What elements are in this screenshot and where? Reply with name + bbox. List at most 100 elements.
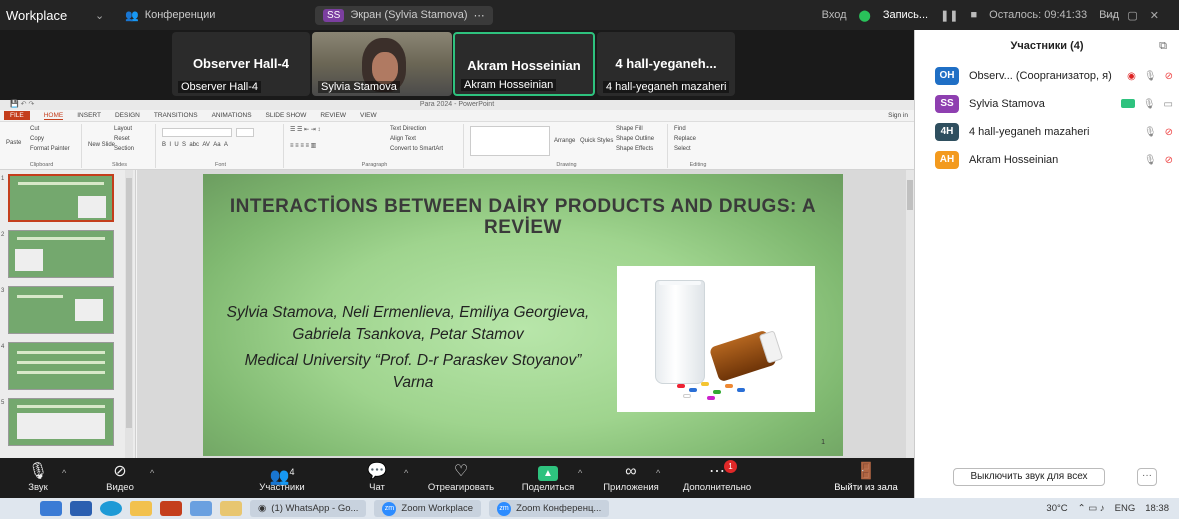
clock[interactable]: 18:38 — [1145, 503, 1169, 514]
pause-icon[interactable]: ❚❚ — [940, 9, 958, 22]
apps-options-caret[interactable]: ^ — [656, 468, 660, 478]
tab-design[interactable]: DESIGN — [115, 112, 140, 119]
layout-button[interactable]: Layout — [114, 126, 132, 132]
cut-button[interactable]: Cut — [30, 126, 39, 132]
windows-start-icon[interactable] — [40, 501, 62, 516]
file-explorer-icon[interactable] — [130, 501, 152, 516]
microphone-icon[interactable]: 🎙 — [1143, 99, 1156, 110]
slide-thumbnail[interactable] — [8, 230, 114, 278]
video-icon[interactable]: ▭ — [1164, 99, 1173, 110]
participant-row[interactable]: SS Sylvia Stamova 🎙 ▭ — [915, 90, 1179, 118]
milk-and-pills-image[interactable] — [617, 266, 815, 412]
word-app-icon[interactable] — [70, 501, 92, 516]
tab-insert[interactable]: INSERT — [77, 112, 101, 119]
font-format-icons[interactable]: B I U S abc AV Aa A — [162, 142, 228, 148]
font-name-dropdown[interactable] — [162, 128, 232, 137]
chat-options-caret[interactable]: ^ — [404, 468, 408, 478]
more-button[interactable]: ⋯ 1 Дополнительно — [674, 460, 760, 493]
audio-options-caret[interactable]: ^ — [62, 468, 66, 478]
video-tile[interactable]: 4 hall-yeganeh... 4 hall-yeganeh mazaher… — [597, 32, 735, 96]
scrollbar-thumb[interactable] — [907, 180, 913, 210]
meeting-menu[interactable]: 👥 Конференции — [125, 9, 315, 22]
tab-file[interactable]: FILE — [4, 111, 30, 120]
arrange-button[interactable]: Arrange — [554, 138, 575, 144]
paste-button[interactable]: Paste — [6, 140, 21, 146]
reset-button[interactable]: Reset — [114, 136, 130, 142]
tab-view[interactable]: VIEW — [360, 112, 377, 119]
stop-icon[interactable]: ■ — [971, 9, 978, 21]
section-button[interactable]: Section — [114, 146, 134, 152]
edge-browser-icon[interactable] — [100, 501, 122, 516]
microphone-icon[interactable]: 🎙 — [1144, 127, 1157, 138]
react-button[interactable]: ♡ Отреагировать — [420, 462, 502, 493]
font-size-dropdown[interactable] — [236, 128, 254, 137]
language-indicator[interactable]: ENG — [1115, 503, 1136, 514]
shapes-gallery[interactable] — [470, 126, 550, 156]
participant-row[interactable]: 4H 4 hall-yeganeh mazaheri 🎙 ⊘ — [915, 118, 1179, 146]
slide-affiliation[interactable]: Medical University “Prof. D-r Paraskev S… — [233, 350, 593, 394]
quick-styles-button[interactable]: Quick Styles — [580, 138, 613, 144]
monitor-app-icon[interactable] — [190, 501, 212, 516]
window-controls[interactable]: —▢✕ — [1104, 9, 1171, 22]
audio-button[interactable]: 🎙 Звук — [22, 462, 54, 493]
login-button[interactable]: Вход — [822, 9, 847, 21]
sign-in-link[interactable]: Sign in — [888, 112, 908, 119]
current-slide[interactable]: INTERACTİONS BETWEEN DAİRY PRODUCTS AND … — [203, 174, 843, 456]
tab-animations[interactable]: ANIMATIONS — [212, 112, 252, 119]
mute-all-button[interactable]: Выключить звук для всех — [953, 468, 1105, 486]
shape-fill-button[interactable]: Shape Fill — [616, 126, 643, 132]
record-status[interactable]: Запись... — [883, 9, 928, 21]
chevron-down-icon[interactable]: ⌄ — [95, 9, 125, 22]
video-tile-active[interactable]: Akram Hosseinian Akram Hosseinian — [453, 32, 595, 96]
replace-button[interactable]: Replace — [674, 136, 696, 142]
microphone-icon[interactable]: 🎙 — [1144, 71, 1157, 82]
slide-thumbnail[interactable] — [8, 398, 114, 446]
popout-icon[interactable]: ⧉ — [1159, 30, 1167, 62]
slide-thumbnail-selected[interactable] — [8, 174, 114, 222]
participant-row[interactable]: OH Observ... (Соорганизатор, я) ◉ 🎙 ⊘ — [915, 62, 1179, 90]
save-icon[interactable]: 💾 ↶ ↷ — [10, 100, 34, 110]
text-direction-button[interactable]: Text Direction — [390, 126, 426, 132]
leave-button[interactable]: 🚪 Выйти из зала — [826, 462, 906, 493]
weather-temperature[interactable]: 30°C — [1046, 503, 1067, 514]
slide-scrollbar[interactable] — [906, 170, 914, 458]
powerpoint-app-icon[interactable] — [160, 501, 182, 516]
select-button[interactable]: Select — [674, 146, 691, 152]
tab-review[interactable]: REVIEW — [320, 112, 346, 119]
slide-title[interactable]: INTERACTİONS BETWEEN DAİRY PRODUCTS AND … — [213, 196, 833, 238]
taskbar-app-zoom-meeting[interactable]: zm Zoom Конференц... — [489, 500, 610, 517]
new-slide-button[interactable]: New Slide — [88, 142, 115, 148]
shield-icon[interactable]: ⬤ — [859, 9, 871, 22]
align-icons[interactable]: ≡ ≡ ≡ ≡ ▥ — [290, 142, 316, 149]
share-options-caret[interactable]: ^ — [578, 468, 582, 478]
align-text-button[interactable]: Align Text — [390, 136, 416, 142]
slide-thumbnail[interactable] — [8, 342, 114, 390]
slide-thumbnail[interactable] — [8, 286, 114, 334]
tab-transitions[interactable]: TRANSITIONS — [154, 112, 198, 119]
tray-icons[interactable]: ⌃ ▭ ♪ — [1078, 503, 1105, 514]
thumbnail-scrollbar[interactable] — [125, 170, 133, 458]
video-tile-speaker[interactable]: Sylvia Stamova — [312, 32, 452, 96]
find-button[interactable]: Find — [674, 126, 686, 132]
video-off-icon[interactable]: ⊘ — [1165, 71, 1173, 82]
panel-more-button[interactable]: ··· — [1137, 468, 1157, 486]
folder-app-icon[interactable] — [220, 501, 242, 516]
video-off-icon[interactable]: ⊘ — [1165, 155, 1173, 166]
taskbar-app-zoom-workplace[interactable]: zm Zoom Workplace — [374, 500, 482, 517]
video-tile[interactable]: Observer Hall-4 Observer Hall-4 — [172, 32, 310, 96]
tab-slide-show[interactable]: SLIDE SHOW — [266, 112, 307, 119]
participants-button[interactable]: 👥4 Участники — [252, 462, 312, 493]
video-options-caret[interactable]: ^ — [150, 468, 154, 478]
share-button[interactable]: ▲ Поделиться — [516, 462, 580, 493]
participant-row[interactable]: AH Akram Hosseinian 🎙 ⊘ — [915, 146, 1179, 174]
copy-button[interactable]: Copy — [30, 136, 44, 142]
list-icons[interactable]: ☰ ☰ ⇤ ⇥ ↕ — [290, 126, 320, 133]
video-off-icon[interactable]: ⊘ — [1165, 127, 1173, 138]
shape-outline-button[interactable]: Shape Outline — [616, 136, 654, 142]
tab-home[interactable]: HOME — [43, 112, 64, 120]
smartart-button[interactable]: Convert to SmartArt — [390, 146, 443, 152]
shared-screen-indicator[interactable]: SS Экран (Sylvia Stamova) ⋯ — [315, 5, 493, 25]
shape-effects-button[interactable]: Shape Effects — [616, 146, 653, 152]
format-painter-button[interactable]: Format Painter — [30, 146, 70, 152]
scrollbar-thumb[interactable] — [126, 178, 132, 428]
